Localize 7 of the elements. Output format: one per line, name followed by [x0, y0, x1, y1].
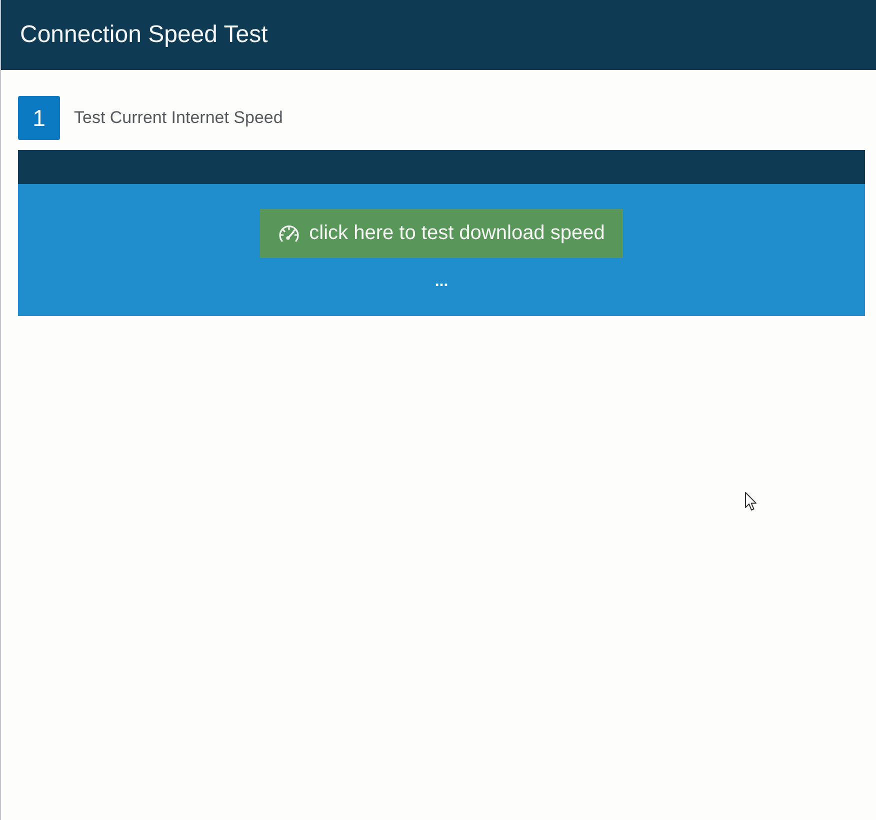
- status-text: ...: [434, 274, 448, 290]
- step-label: Test Current Internet Speed: [74, 108, 283, 128]
- speedometer-icon: [278, 224, 300, 244]
- step-number-badge: 1: [18, 96, 60, 140]
- window-title: Connection Speed Test: [20, 21, 268, 49]
- mouse-pointer-icon: [745, 492, 757, 511]
- test-download-speed-button[interactable]: click here to test download speed: [260, 209, 623, 258]
